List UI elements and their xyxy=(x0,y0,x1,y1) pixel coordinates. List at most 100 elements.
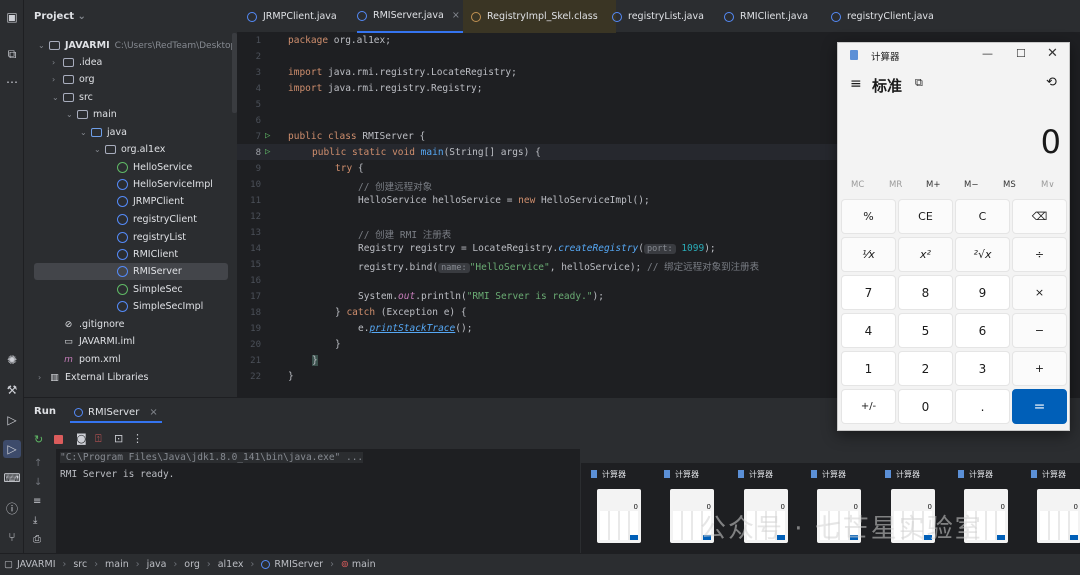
run-class-gutter-icon[interactable]: ▷ xyxy=(265,131,270,141)
clear-entry-button[interactable]: CE xyxy=(898,199,953,234)
digit-1-button[interactable]: 1 xyxy=(841,351,896,386)
digit-0-button[interactable]: 0 xyxy=(898,389,953,424)
tab-registryclient[interactable]: registryClient.java xyxy=(831,0,934,33)
tree-item-package[interactable]: ⌄ org.al1ex xyxy=(94,141,165,158)
tree-item-src[interactable]: ⌄ src xyxy=(52,89,93,106)
tab-registrylist[interactable]: registryList.java xyxy=(612,0,704,33)
debug-icon[interactable]: ✺ xyxy=(3,351,21,369)
calculator-thumbnail[interactable]: 计算器 0 xyxy=(1025,467,1080,549)
print-icon[interactable]: ⎙ xyxy=(33,534,41,545)
soft-wrap-icon[interactable]: ≡ xyxy=(33,496,41,507)
square-root-button[interactable]: ²√x xyxy=(955,237,1010,272)
camera-icon[interactable]: ◙ xyxy=(76,432,87,445)
exit-icon[interactable]: ⍐ xyxy=(95,432,102,446)
structure-icon[interactable]: ⧉ xyxy=(3,45,21,63)
tree-item-helloservice[interactable]: HelloService xyxy=(116,159,192,176)
tree-item-simplesecimpl[interactable]: SimpleSecImpl xyxy=(116,298,203,315)
rerun-icon[interactable]: ↻ xyxy=(34,433,43,446)
more-tools-icon[interactable]: ⋯ xyxy=(3,73,21,91)
run-main-gutter-icon[interactable]: ▷ xyxy=(265,147,270,157)
close-tab-icon[interactable]: × xyxy=(452,10,460,21)
square-button[interactable]: x² xyxy=(898,237,953,272)
scroll-end-icon[interactable]: ⤓ xyxy=(33,515,37,526)
memory-subtract-button[interactable]: M− xyxy=(964,180,978,190)
tree-item-idea[interactable]: › .idea xyxy=(52,54,102,71)
breadcrumb-item[interactable]: JAVARMI xyxy=(17,559,56,570)
tree-item-iml[interactable]: ▭ JAVARMI.iml xyxy=(62,333,135,350)
equals-button[interactable]: = xyxy=(1012,389,1067,424)
close-icon[interactable]: ✕ xyxy=(1047,46,1058,61)
digit-9-button[interactable]: 9 xyxy=(955,275,1010,310)
tree-item-registryclient[interactable]: registryClient xyxy=(116,211,197,228)
tree-item-external-libraries[interactable]: › ▥ External Libraries xyxy=(38,369,148,386)
breadcrumb-item[interactable]: org xyxy=(184,559,200,570)
stop-icon[interactable] xyxy=(54,435,63,444)
tree-item-registrylist[interactable]: registryList xyxy=(116,229,186,246)
digit-8-button[interactable]: 8 xyxy=(898,275,953,310)
percent-button[interactable]: % xyxy=(841,199,896,234)
breadcrumb-item[interactable]: al1ex xyxy=(218,559,244,570)
subtract-button[interactable]: − xyxy=(1012,313,1067,348)
divide-button[interactable]: ÷ xyxy=(1012,237,1067,272)
memory-recall-button[interactable]: MR xyxy=(889,180,902,190)
tree-item-java[interactable]: ⌄ java xyxy=(80,124,127,141)
tab-rmiserver[interactable]: RMIServer.java × xyxy=(357,0,464,33)
breadcrumb-item[interactable]: RMIServer xyxy=(274,559,323,570)
digit-2-button[interactable]: 2 xyxy=(898,351,953,386)
add-button[interactable]: + xyxy=(1012,351,1067,386)
tree-item-rmiclient[interactable]: RMIClient xyxy=(116,246,178,263)
minimize-icon[interactable]: — xyxy=(982,47,993,60)
run-console[interactable]: "C:\Program Files\Java\jdk1.8.0_141\bin\… xyxy=(56,449,580,553)
digit-6-button[interactable]: 6 xyxy=(955,313,1010,348)
digit-4-button[interactable]: 4 xyxy=(841,313,896,348)
tab-rmiclient[interactable]: RMIClient.java xyxy=(724,0,808,33)
terminal-icon[interactable]: ⌨ xyxy=(3,469,21,487)
tree-item-org[interactable]: › org xyxy=(52,71,95,88)
services-icon[interactable]: ▷ xyxy=(3,411,21,429)
reciprocal-button[interactable]: ¹⁄x xyxy=(841,237,896,272)
breadcrumb-item[interactable]: src xyxy=(73,559,87,570)
digit-7-button[interactable]: 7 xyxy=(841,275,896,310)
restore-layout-icon[interactable]: ⊡ xyxy=(114,432,123,445)
tree-item-main[interactable]: ⌄ main xyxy=(66,106,117,123)
multiply-button[interactable]: × xyxy=(1012,275,1067,310)
tree-item-pom[interactable]: m pom.xml xyxy=(62,351,121,368)
tree-item-gitignore[interactable]: ⊘ .gitignore xyxy=(62,316,125,333)
clear-button[interactable]: C xyxy=(955,199,1010,234)
memory-list-button[interactable]: M∨ xyxy=(1041,180,1055,190)
git-icon[interactable]: ⑂ xyxy=(3,528,21,546)
memory-clear-button[interactable]: MC xyxy=(851,180,864,190)
calculator-thumbnail[interactable]: 计算器 0 xyxy=(585,467,655,549)
more-icon[interactable]: ⋮ xyxy=(132,432,143,445)
tab-registryimpl-skel[interactable]: RegistryImpl_Skel.class xyxy=(463,0,616,33)
tree-item-helloserviceimpl[interactable]: HelloServiceImpl xyxy=(116,176,213,193)
negate-button[interactable]: +/- xyxy=(841,389,896,424)
menu-icon[interactable]: ≡ xyxy=(850,76,862,92)
digit-3-button[interactable]: 3 xyxy=(955,351,1010,386)
project-header[interactable]: Project ⌄ xyxy=(34,11,86,22)
tree-item-simplesec[interactable]: SimpleSec xyxy=(116,281,183,298)
tab-jrmpclient[interactable]: JRMPClient.java xyxy=(247,0,337,33)
keep-on-top-icon[interactable]: ⧉ xyxy=(915,76,923,90)
breadcrumb-item[interactable]: java xyxy=(147,559,167,570)
scroll-up-icon[interactable]: ↑ xyxy=(34,458,42,469)
problems-icon[interactable]: ⓘ xyxy=(3,499,21,517)
memory-store-button[interactable]: MS xyxy=(1003,180,1016,190)
tree-item-rmiserver[interactable]: RMIServer xyxy=(116,263,182,280)
scroll-down-icon[interactable]: ↓ xyxy=(34,477,42,488)
breadcrumb-item[interactable]: main xyxy=(352,559,376,570)
project-view-icon[interactable]: ▣ xyxy=(3,8,21,26)
close-tab-icon[interactable]: × xyxy=(149,407,157,418)
build-icon[interactable]: ⚒ xyxy=(3,381,21,399)
code-editor[interactable]: 1 2 3 4 5 6 7 8 9 10 11 12 13 14 15 16 1… xyxy=(237,33,837,397)
tree-item-jrmpclient[interactable]: JRMPClient xyxy=(116,193,184,210)
maximize-icon[interactable]: ☐ xyxy=(1016,47,1026,60)
history-icon[interactable]: ⟲ xyxy=(1046,75,1057,90)
decimal-button[interactable]: . xyxy=(955,389,1010,424)
run-tool-icon[interactable]: ▷ xyxy=(3,440,21,458)
digit-5-button[interactable]: 5 xyxy=(898,313,953,348)
memory-add-button[interactable]: M+ xyxy=(926,180,940,190)
breadcrumb-item[interactable]: main xyxy=(105,559,129,570)
run-tab-rmiserver[interactable]: RMIServer × xyxy=(70,403,162,423)
backspace-button[interactable]: ⌫ xyxy=(1012,199,1067,234)
